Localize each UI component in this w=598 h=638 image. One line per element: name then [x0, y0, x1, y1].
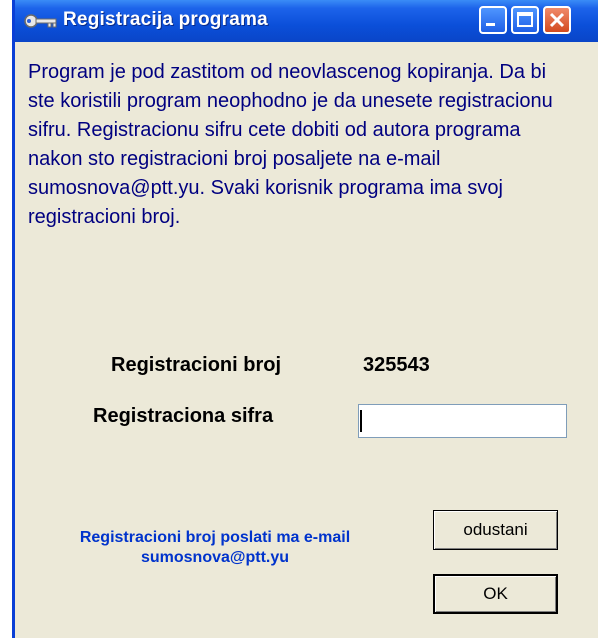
registration-number-value: 325543 [363, 354, 430, 376]
email-note-line1: Registracioni broj poslati ma e-mail [79, 529, 351, 546]
close-button[interactable] [543, 6, 571, 34]
maximize-icon [517, 12, 533, 27]
description-text: Program je pod zastitom od neovlascenog … [28, 61, 553, 228]
maximize-button[interactable] [511, 6, 539, 34]
title-bar[interactable]: Registracija programa [15, 0, 598, 42]
email-note-line2: sumosnova@ptt.yu [140, 549, 290, 566]
window-title: Registracija programa [63, 9, 268, 30]
registration-code-input[interactable] [358, 404, 567, 438]
minimize-button[interactable] [479, 6, 507, 34]
registration-window: Registracija programa Program je pod zas… [12, 0, 598, 638]
email-note: Registracioni broj poslati ma e-mail sum… [25, 528, 405, 568]
close-icon [549, 12, 565, 28]
registration-number-label: Registracioni broj [111, 354, 282, 376]
key-icon [23, 12, 59, 35]
ok-button[interactable]: OK [433, 574, 558, 614]
text-caret [360, 410, 362, 432]
registration-code-label: Registraciona sifra [93, 405, 274, 427]
cancel-button[interactable]: odustani [433, 510, 558, 550]
minimize-icon [486, 23, 495, 26]
